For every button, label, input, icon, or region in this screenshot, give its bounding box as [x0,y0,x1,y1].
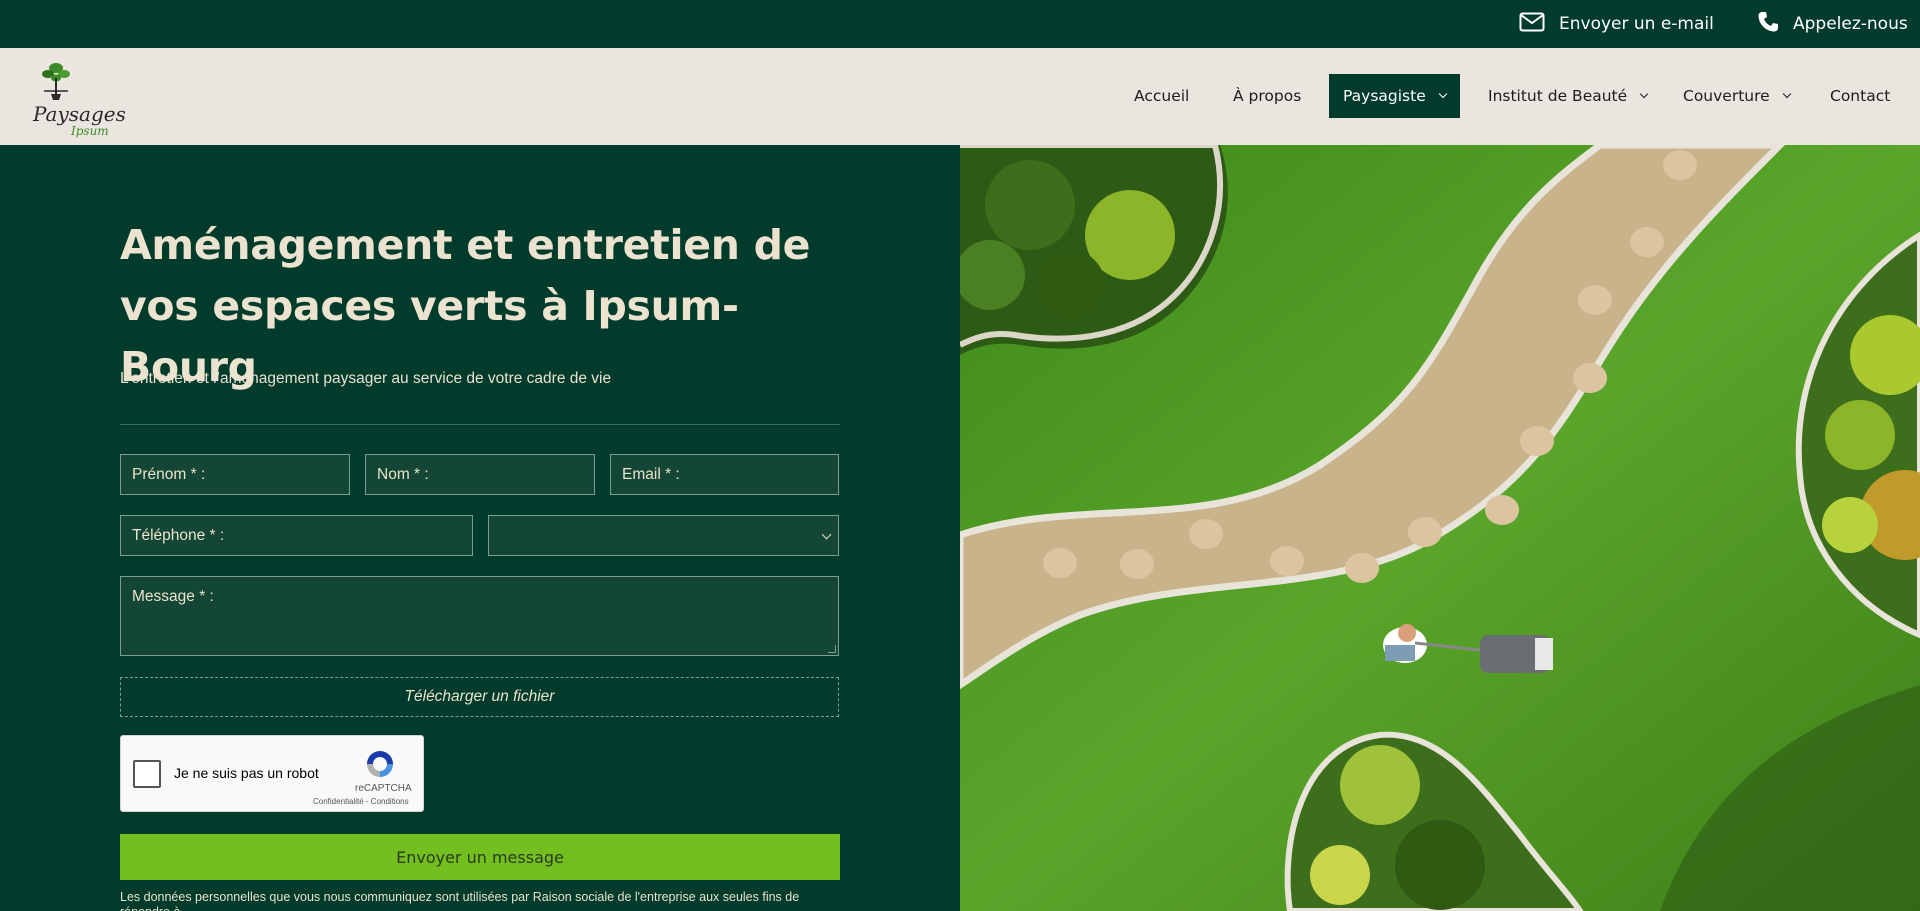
email-placeholder: Email * : [622,465,680,483]
page-subtitle: L’entretien et l’aménagement paysager au… [120,370,612,387]
lastname-placeholder: Nom * : [377,465,429,483]
email-link[interactable]: Envoyer un e-mail [1519,0,1714,48]
resize-handle-icon[interactable] [828,645,836,653]
nav-label: Institut de Beauté [1488,87,1628,105]
submit-button-label: Envoyer un message [396,847,564,867]
chevron-down-icon [1782,89,1791,99]
chevron-down-icon [1639,89,1649,99]
recaptcha-widget: Je ne suis pas un robot reCAPTCHA Confid… [120,735,424,812]
phone-link-label: Appelez-nous [1793,14,1908,34]
site-logo[interactable]: Paysages Ipsum [30,58,126,138]
email-field[interactable]: Email * : [610,454,839,495]
logo-brand-text: Paysages [33,102,126,126]
nav-paysagiste[interactable]: Paysagiste [1329,74,1460,118]
recaptcha-terms-link[interactable]: Confidentialité - Conditions [313,797,409,806]
recaptcha-label: Je ne suis pas un robot [174,765,319,781]
chevron-down-icon [821,529,832,540]
nav-label: Paysagiste [1343,87,1426,105]
nav-label: Couverture [1683,87,1770,105]
nav-institut-de-beaute[interactable]: Institut de Beauté [1488,74,1649,118]
chevron-down-icon [1438,89,1447,99]
divider [120,424,840,425]
recaptcha-checkbox[interactable] [133,760,161,788]
phone-placeholder: Téléphone * : [132,526,225,544]
legal-notice: Les données personnelles que vous nous c… [120,890,800,911]
file-upload-label: Télécharger un fichier [404,688,555,705]
nav-label: Contact [1830,87,1891,105]
logo-brand-subtext: Ipsum [71,124,109,138]
email-link-label: Envoyer un e-mail [1559,14,1714,34]
recaptcha-icon [367,751,393,777]
nav-label: À propos [1233,87,1302,105]
top-bar: Envoyer un e-mail Appelez-nous [0,0,1920,48]
recaptcha-brand: reCAPTCHA [355,783,412,794]
phone-icon [1757,11,1779,38]
firstname-field[interactable]: Prénom * : [120,454,350,495]
phone-field[interactable]: Téléphone * : [120,515,473,556]
garden-photo [960,145,1920,911]
lastname-field[interactable]: Nom * : [365,454,595,495]
phone-link[interactable]: Appelez-nous [1757,0,1908,48]
envelope-icon [1519,12,1545,37]
nav-label: Accueil [1134,87,1190,105]
subject-select[interactable] [488,515,839,556]
submit-button[interactable]: Envoyer un message [120,834,840,880]
file-upload-button[interactable]: Télécharger un fichier [120,677,839,717]
tree-logo-icon [42,63,70,100]
nav-a-propos[interactable]: À propos [1233,74,1301,118]
nav-contact[interactable]: Contact [1830,74,1890,118]
nav-accueil[interactable]: Accueil [1134,74,1189,118]
nav-couverture[interactable]: Couverture [1683,74,1791,118]
site-header: Paysages Ipsum Accueil À propos Paysagis… [0,48,1920,145]
message-textarea[interactable]: Message * : [120,576,839,656]
message-placeholder: Message * : [132,588,214,605]
firstname-placeholder: Prénom * : [132,465,206,483]
